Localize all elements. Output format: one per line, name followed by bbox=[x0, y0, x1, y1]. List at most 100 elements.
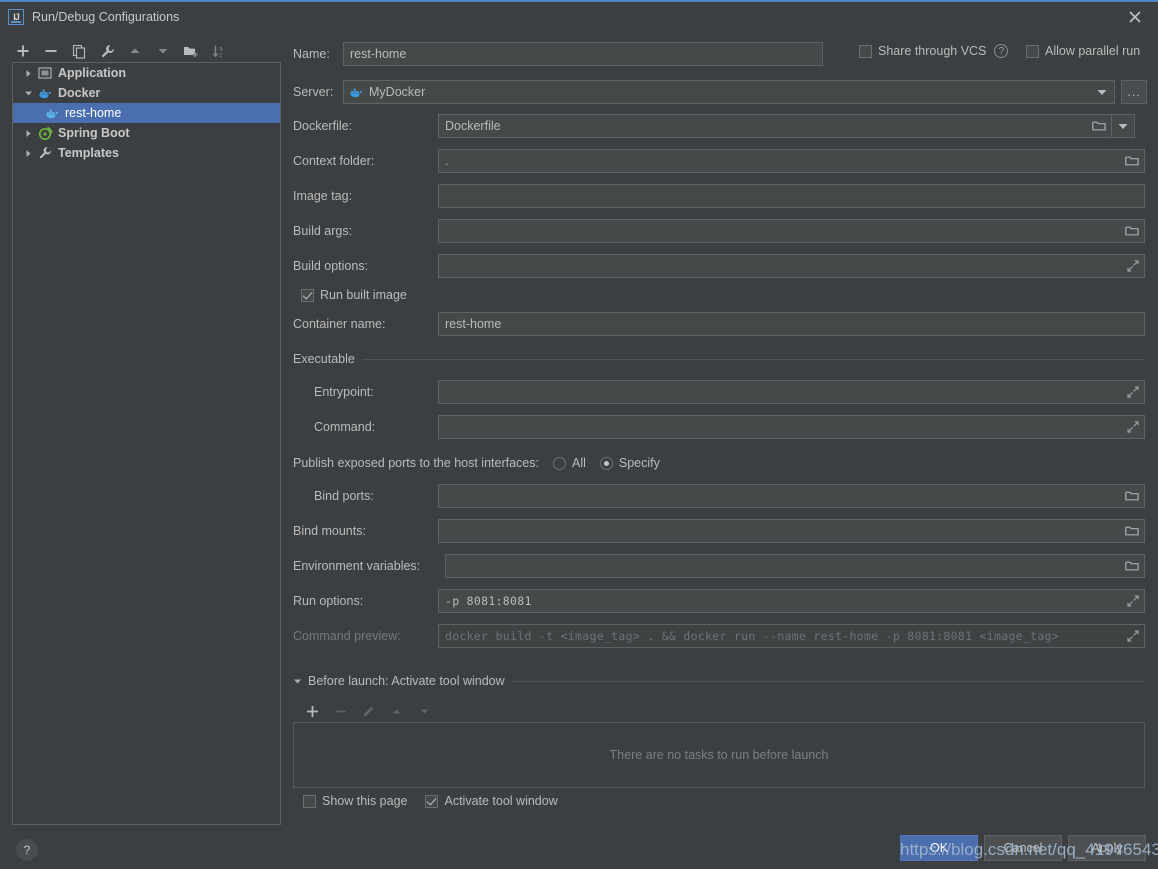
publish-specify-radio[interactable] bbox=[599, 456, 613, 470]
server-combobox[interactable]: MyDocker bbox=[343, 80, 1115, 104]
build-options-input[interactable] bbox=[438, 254, 1145, 278]
chevron-right-icon[interactable] bbox=[21, 126, 35, 140]
context-folder-row: Context folder: . bbox=[293, 149, 1145, 173]
chevron-right-icon[interactable] bbox=[21, 66, 35, 80]
run-built-image-checkbox[interactable] bbox=[301, 288, 314, 302]
configuration-form: Name: rest-home Share through VCS ? Allo… bbox=[293, 38, 1148, 823]
bind-mounts-label: Bind mounts: bbox=[293, 524, 366, 538]
chevron-down-icon[interactable] bbox=[1097, 85, 1107, 99]
folder-add-icon[interactable] bbox=[178, 39, 204, 63]
before-launch-empty-text: There are no tasks to run before launch bbox=[609, 748, 829, 762]
command-input[interactable] bbox=[438, 415, 1145, 439]
expand-icon[interactable] bbox=[1127, 260, 1139, 272]
folder-icon[interactable] bbox=[1092, 120, 1106, 132]
copy-icon[interactable] bbox=[66, 39, 92, 63]
run-built-image-label: Run built image bbox=[320, 288, 407, 302]
help-button[interactable]: ? bbox=[16, 839, 38, 861]
run-options-value: -p 8081:8081 bbox=[445, 594, 532, 608]
expand-icon[interactable] bbox=[1127, 595, 1139, 607]
apply-button[interactable]: Apply bbox=[1068, 835, 1146, 861]
minus-icon[interactable] bbox=[38, 39, 64, 63]
run-debug-configurations-dialog: IJ Run/Debug Configurations a z Applicat… bbox=[0, 0, 1158, 869]
arrow-down-icon bbox=[411, 700, 437, 722]
bind-mounts-input[interactable] bbox=[438, 519, 1145, 543]
entrypoint-input[interactable] bbox=[438, 380, 1145, 404]
before-launch-title: Before launch: Activate tool window bbox=[308, 674, 505, 688]
docker-icon bbox=[43, 105, 61, 121]
dockerfile-input[interactable]: Dockerfile bbox=[438, 114, 1112, 138]
before-launch-header[interactable]: Before launch: Activate tool window bbox=[293, 674, 1145, 688]
share-through-vcs-checkbox[interactable] bbox=[859, 44, 872, 58]
close-icon[interactable] bbox=[1112, 2, 1158, 32]
allow-parallel-run-checkbox[interactable] bbox=[1026, 44, 1039, 58]
container-name-label: Container name: bbox=[293, 317, 386, 331]
chevron-right-icon[interactable] bbox=[21, 146, 35, 160]
svg-text:z: z bbox=[219, 53, 222, 59]
tree-item-rest-home[interactable]: rest-home bbox=[13, 103, 280, 123]
tree-item-application[interactable]: Application bbox=[13, 63, 280, 83]
image-tag-row: Image tag: bbox=[293, 184, 1145, 208]
docker-icon bbox=[349, 86, 364, 99]
bind-ports-input[interactable] bbox=[438, 484, 1145, 508]
run-options-row: Run options: -p 8081:8081 bbox=[293, 589, 1145, 613]
context-folder-input[interactable]: . bbox=[438, 149, 1145, 173]
expand-icon[interactable] bbox=[1127, 386, 1139, 398]
build-options-label: Build options: bbox=[293, 259, 369, 273]
tree-item-label: Templates bbox=[58, 146, 119, 160]
server-browse-button[interactable]: ... bbox=[1121, 80, 1147, 104]
folder-icon[interactable] bbox=[1125, 155, 1139, 167]
configurations-toolbar: a z bbox=[10, 38, 280, 64]
show-this-page-checkbox[interactable] bbox=[303, 794, 316, 808]
environment-variables-label: Environment variables: bbox=[293, 559, 421, 573]
arrow-down-icon[interactable] bbox=[150, 39, 176, 63]
publish-all-radio[interactable] bbox=[552, 456, 566, 470]
tree-item-templates[interactable]: Templates bbox=[13, 143, 280, 163]
image-tag-input[interactable] bbox=[438, 184, 1145, 208]
name-input[interactable]: rest-home bbox=[343, 42, 823, 66]
dockerfile-row: Dockerfile: Dockerfile bbox=[293, 114, 1135, 138]
configurations-tree[interactable]: Application Docker rest-home Spring Boot… bbox=[12, 62, 281, 825]
wrench-icon[interactable] bbox=[94, 39, 120, 63]
server-row: Server: MyDocker ... bbox=[293, 80, 1147, 104]
folder-icon[interactable] bbox=[1125, 525, 1139, 537]
wrench-icon bbox=[36, 145, 54, 161]
cancel-button[interactable]: Cancel bbox=[984, 835, 1062, 861]
group-divider bbox=[511, 680, 1145, 682]
tree-item-spring-boot[interactable]: Spring Boot bbox=[13, 123, 280, 143]
before-launch-toolbar bbox=[299, 700, 437, 722]
expand-icon[interactable] bbox=[1127, 630, 1139, 642]
environment-variables-input[interactable] bbox=[445, 554, 1145, 578]
publish-ports-label: Publish exposed ports to the host interf… bbox=[293, 456, 539, 470]
spring-boot-icon bbox=[36, 125, 54, 141]
intellij-idea-icon: IJ bbox=[8, 9, 24, 25]
command-preview-label: Command preview: bbox=[293, 629, 401, 643]
sort-alpha-icon[interactable]: a z bbox=[206, 39, 232, 63]
folder-icon[interactable] bbox=[1125, 225, 1139, 237]
plus-icon[interactable] bbox=[299, 700, 325, 722]
dockerfile-label: Dockerfile: bbox=[293, 119, 353, 133]
tree-item-label: Application bbox=[58, 66, 127, 80]
folder-icon[interactable] bbox=[1125, 560, 1139, 572]
activate-tool-window-checkbox[interactable] bbox=[425, 794, 439, 808]
share-through-vcs-label: Share through VCS bbox=[878, 44, 987, 58]
dockerfile-dropdown-button[interactable] bbox=[1111, 114, 1135, 138]
bind-ports-row: Bind ports: bbox=[293, 484, 1145, 508]
before-launch-tasks-list[interactable]: There are no tasks to run before launch bbox=[293, 722, 1145, 788]
server-label: Server: bbox=[293, 85, 334, 99]
container-name-input[interactable]: rest-home bbox=[438, 312, 1145, 336]
question-mark-icon[interactable]: ? bbox=[994, 44, 1009, 58]
executable-group-header: Executable bbox=[293, 352, 1145, 366]
ok-button[interactable]: OK bbox=[900, 835, 978, 861]
chevron-down-icon[interactable] bbox=[21, 86, 35, 100]
container-name-row: Container name: rest-home bbox=[293, 312, 1145, 336]
build-args-input[interactable] bbox=[438, 219, 1145, 243]
folder-icon[interactable] bbox=[1125, 490, 1139, 502]
arrow-up-icon[interactable] bbox=[122, 39, 148, 63]
triangle-down-icon[interactable] bbox=[293, 677, 302, 686]
run-options-input[interactable]: -p 8081:8081 bbox=[438, 589, 1145, 613]
tree-item-docker[interactable]: Docker bbox=[13, 83, 280, 103]
command-label: Command: bbox=[314, 420, 376, 434]
dialog-title: Run/Debug Configurations bbox=[32, 10, 180, 24]
expand-icon[interactable] bbox=[1127, 421, 1139, 433]
plus-icon[interactable] bbox=[10, 39, 36, 63]
